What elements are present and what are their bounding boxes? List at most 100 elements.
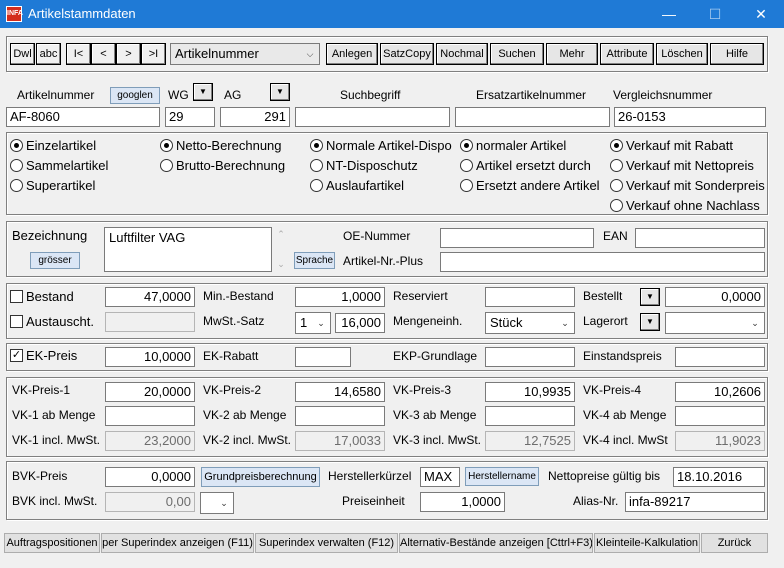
preiseinheit-field[interactable]: 1,0000	[420, 492, 505, 512]
nav-last-button[interactable]: >I	[141, 43, 166, 65]
radio-dot	[10, 159, 23, 172]
scroll-up-icon[interactable]: ⌃	[274, 229, 288, 240]
wg-dropdown-icon[interactable]: ▼	[193, 83, 213, 101]
radio-verkauf-nettopreis[interactable]: Verkauf mit Nettopreis	[610, 158, 754, 173]
wg-field[interactable]: 29	[165, 107, 215, 127]
radio-superartikel[interactable]: Superartikel	[10, 178, 95, 193]
suchbegriff-field[interactable]	[295, 107, 450, 127]
close-icon[interactable]: ✕	[738, 0, 784, 28]
vergleichsnummer-label: Vergleichsnummer	[613, 88, 713, 102]
chevron-down-icon: ⌄	[751, 318, 759, 328]
bestellt-label: Bestellt	[583, 289, 623, 303]
radio-verkauf-ohne-nachlass[interactable]: Verkauf ohne Nachlass	[610, 198, 760, 213]
minimize-icon[interactable]: —	[646, 0, 692, 28]
vk-preis-2-field[interactable]: 14,6580	[295, 382, 385, 402]
ekp-grundlage-field[interactable]	[485, 347, 575, 367]
radio-brutto-berechnung[interactable]: Brutto-Berechnung	[160, 158, 285, 173]
radio-dot	[610, 159, 623, 172]
anlegen-button[interactable]: Anlegen	[326, 43, 378, 65]
ek-preis-checkbox[interactable]: ✓ EK-Preis	[10, 348, 77, 363]
herstellerkuerzel-field[interactable]: MAX	[420, 467, 460, 487]
vk-4-menge-field[interactable]	[675, 406, 765, 426]
mehr-button[interactable]: Mehr	[546, 43, 598, 65]
auftragspositionen-button[interactable]: Auftragspositionen	[4, 533, 100, 553]
lagerort-select[interactable]: ⌄	[665, 312, 765, 334]
grundpreisberechnung-button[interactable]: Grundpreisberechnung	[201, 467, 320, 487]
radio-ersetzt-durch[interactable]: Artikel ersetzt durch	[460, 158, 591, 173]
zurueck-button[interactable]: Zurück	[701, 533, 768, 553]
vk-1-menge-field[interactable]	[105, 406, 195, 426]
radio-dot	[610, 199, 623, 212]
maximize-icon[interactable]: ☐	[692, 0, 738, 28]
radio-ersetzt-andere[interactable]: Ersetzt andere Artikel	[460, 178, 600, 193]
nochmal-button[interactable]: Nochmal	[436, 43, 488, 65]
einstandspreis-field[interactable]	[675, 347, 765, 367]
hilfe-button[interactable]: Hilfe	[710, 43, 764, 65]
bestellt-dropdown-icon[interactable]: ▼	[640, 288, 660, 306]
ek-preis-field[interactable]: 10,0000	[105, 347, 195, 367]
bestand-checkbox[interactable]: Bestand	[10, 289, 74, 304]
vk-3-menge-field[interactable]	[485, 406, 575, 426]
austausch-checkbox[interactable]: Austauscht.	[10, 314, 94, 329]
mwst-code-select[interactable]: 1 ⌄	[295, 312, 331, 334]
herstellername-button[interactable]: Herstellername	[465, 467, 539, 486]
radio-verkauf-rabatt[interactable]: Verkauf mit Rabatt	[610, 138, 733, 153]
attribute-button[interactable]: Attribute	[600, 43, 654, 65]
bestellt-field[interactable]: 0,0000	[665, 287, 765, 307]
radio-verkauf-sonderpreis[interactable]: Verkauf mit Sonderpreis	[610, 178, 765, 193]
alternativ-bestaende-button[interactable]: Alternativ-Bestände anzeigen [Cttrl+F3)	[399, 533, 593, 553]
scroll-down-icon[interactable]: ⌄	[274, 259, 288, 270]
radio-einzelartikel[interactable]: Einzelartikel	[10, 138, 96, 153]
radio-sammelartikel[interactable]: Sammelartikel	[10, 158, 108, 173]
sprache-button[interactable]: Sprache	[294, 252, 335, 269]
ek-rabatt-field[interactable]	[295, 347, 351, 367]
satzcopy-button[interactable]: SatzCopy	[380, 43, 434, 65]
ag-field[interactable]: 291	[220, 107, 290, 127]
radio-normale-dispo[interactable]: Normale Artikel-Dispo	[310, 138, 452, 153]
artikel-nr-plus-field[interactable]	[440, 252, 765, 272]
nettopreise-label: Nettopreise gültig bis	[548, 469, 661, 483]
nav-dwl-button[interactable]: Dwl	[10, 43, 35, 65]
vk-preis-4-field[interactable]: 10,2606	[675, 382, 765, 402]
min-bestand-field[interactable]: 1,0000	[295, 287, 385, 307]
alias-nr-field[interactable]: infa-89217	[625, 492, 765, 512]
artikelnummer-field[interactable]: AF-8060	[6, 107, 160, 127]
lagerort-dropdown-icon[interactable]: ▼	[640, 313, 660, 331]
ersatzartikel-field[interactable]	[455, 107, 610, 127]
chevron-down-icon: ⌄	[220, 498, 228, 508]
mwst-code-value: 1	[300, 315, 308, 330]
nav-abc-button[interactable]: abc	[36, 43, 61, 65]
ag-dropdown-icon[interactable]: ▼	[270, 83, 290, 101]
reserviert-field[interactable]	[485, 287, 575, 307]
oe-nummer-field[interactable]	[440, 228, 594, 248]
loeschen-button[interactable]: Löschen	[656, 43, 708, 65]
radio-normaler-artikel[interactable]: normaler Artikel	[460, 138, 566, 153]
ean-field[interactable]	[635, 228, 765, 248]
vergleichsnummer-field[interactable]: 26-0153	[614, 107, 766, 127]
sort-select[interactable]: Artikelnummer ⌵	[170, 43, 320, 65]
radio-netto-berechnung[interactable]: Netto-Berechnung	[160, 138, 282, 153]
radio-nt-disposchutz[interactable]: NT-Disposchutz	[310, 158, 418, 173]
vk-preis-1-field[interactable]: 20,0000	[105, 382, 195, 402]
superindex-verwalten-button[interactable]: Superindex verwalten (F12)	[255, 533, 398, 553]
vk-2-menge-field[interactable]	[295, 406, 385, 426]
bezeichnung-textarea[interactable]: Luftfilter VAG	[104, 227, 272, 272]
groesser-button[interactable]: grösser	[30, 252, 80, 269]
bestand-field[interactable]: 47,0000	[105, 287, 195, 307]
bvk-select[interactable]: ⌄	[200, 492, 234, 514]
radio-auslaufartikel[interactable]: Auslaufartikel	[310, 178, 404, 193]
mengeneinh-select[interactable]: Stück ⌄	[485, 312, 575, 334]
nav-next-button[interactable]: >	[116, 43, 141, 65]
suchen-button[interactable]: Suchen	[490, 43, 544, 65]
vk-preis-3-field[interactable]: 10,9935	[485, 382, 575, 402]
superindex-anzeigen-button[interactable]: per Superindex anzeigen (F11)	[101, 533, 254, 553]
nettopreise-date-field[interactable]: 18.10.2016	[673, 467, 765, 487]
nav-prev-button[interactable]: <	[91, 43, 116, 65]
bvk-preis-field[interactable]: 0,0000	[105, 467, 195, 487]
kleinteile-kalkulation-button[interactable]: Kleinteile-Kalkulation	[594, 533, 700, 553]
mwst-field[interactable]: 16,000	[335, 313, 385, 333]
nav-first-button[interactable]: I<	[66, 43, 91, 65]
googlen-button[interactable]: googlen	[110, 87, 160, 104]
scrollbar[interactable]: ⌃ ⌄	[274, 227, 288, 272]
radio-label: normaler Artikel	[476, 138, 567, 153]
